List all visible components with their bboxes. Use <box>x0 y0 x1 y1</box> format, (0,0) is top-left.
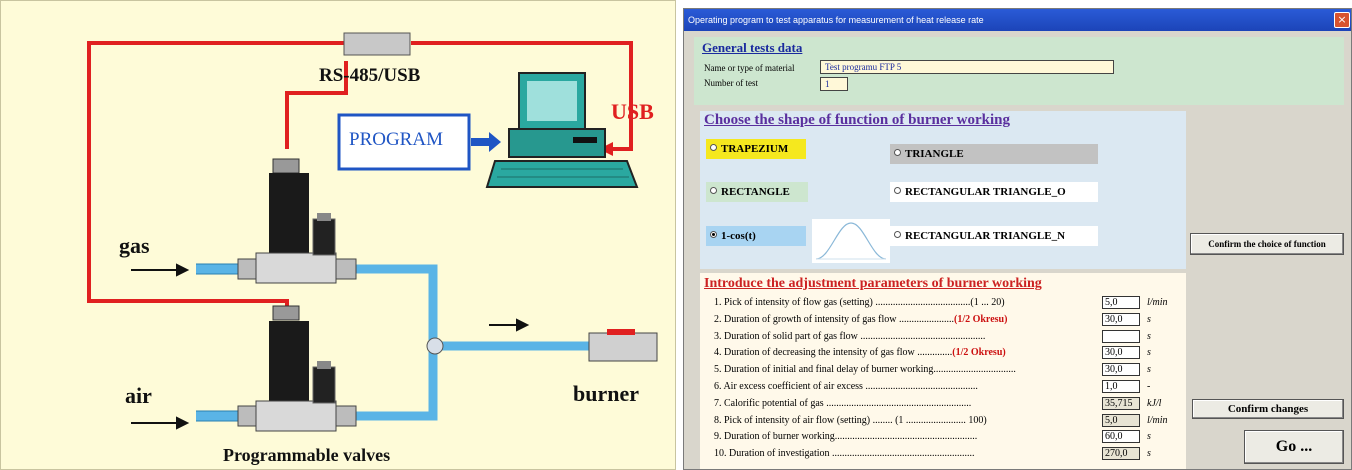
air-valve-icon <box>255 305 337 432</box>
radio-selected-icon[interactable] <box>710 231 717 238</box>
general-tests-heading: General tests data <box>702 40 803 55</box>
parameter-unit: s <box>1147 331 1151 342</box>
parameter-unit: - <box>1147 381 1151 392</box>
parameter-input[interactable] <box>1102 330 1140 343</box>
parameter-input[interactable]: 30,0 <box>1102 363 1140 376</box>
option-trapezium-label: TRAPEZIUM <box>721 143 789 155</box>
parameter-label: 3. Duration of solid part of gas flow ..… <box>714 331 986 342</box>
general-tests-panel: General tests data Name or type of mater… <box>694 37 1344 105</box>
pipe-junction <box>426 337 444 355</box>
option-trapezium[interactable]: TRAPEZIUM <box>706 139 806 159</box>
parameter-unit: s <box>1147 314 1151 325</box>
gas-valve-icon <box>255 158 337 284</box>
parameter-input[interactable]: 5,0 <box>1102 414 1140 427</box>
radio-icon[interactable] <box>894 149 901 156</box>
parameter-note: (1/2 Okresu) <box>953 314 1008 325</box>
close-icon[interactable]: × <box>1334 12 1350 28</box>
parameter-input[interactable]: 30,0 <box>1102 313 1140 326</box>
valves-label: Programmable valves <box>223 445 391 465</box>
parameter-input[interactable]: 5,0 <box>1102 296 1140 309</box>
usb-label: USB <box>611 99 654 124</box>
parameter-unit: l/min <box>1147 415 1168 426</box>
window-title: Operating program to test apparatus for … <box>688 15 984 25</box>
window-titlebar: Operating program to test apparatus for … <box>684 9 1351 31</box>
parameters-heading: Introduce the adjustment parameters of b… <box>704 276 1042 291</box>
confirm-changes-button[interactable]: Confirm changes <box>1192 399 1344 419</box>
radio-icon[interactable] <box>710 187 717 194</box>
parameter-label: 9. Duration of burner working...........… <box>714 431 978 442</box>
go-button[interactable]: Go ... <box>1244 430 1344 464</box>
parameter-unit: s <box>1147 347 1151 358</box>
radio-icon[interactable] <box>894 231 901 238</box>
parameter-row: 3. Duration of solid part of gas flow ..… <box>714 331 985 343</box>
parameter-input[interactable]: 60,0 <box>1102 430 1140 443</box>
parameter-label: 10. Duration of investigation ..........… <box>714 448 975 459</box>
function-shape-panel: Choose the shape of function of burner w… <box>700 111 1186 269</box>
function-shape-heading: Choose the shape of function of burner w… <box>704 112 1010 128</box>
radio-icon[interactable] <box>894 187 901 194</box>
gas-label: gas <box>119 233 150 258</box>
parameter-row: 10. Duration of investigation ..........… <box>714 448 975 460</box>
parameter-label: 7. Calorific potential of gas ..........… <box>714 398 972 409</box>
parameter-row: 7. Calorific potential of gas ..........… <box>714 398 971 410</box>
parameter-label: 2. Duration of growth of intensity of ga… <box>714 314 954 325</box>
computer-icon <box>485 72 639 188</box>
parameter-input[interactable]: 35,715 <box>1102 397 1140 410</box>
parameter-label: 4. Duration of decreasing the intensity … <box>714 347 953 358</box>
confirm-function-button[interactable]: Confirm the choice of function <box>1190 233 1344 255</box>
option-rect-triangle-n-label: RECTANGULAR TRIANGLE_N <box>905 230 1066 242</box>
rs485-converter-box <box>343 32 411 56</box>
option-triangle[interactable]: TRIANGLE <box>890 144 1098 164</box>
parameter-note: (1/2 Okresu) <box>952 347 1006 358</box>
material-input[interactable]: Test programu FTP 5 <box>820 60 1114 74</box>
test-number-label: Number of test <box>704 78 758 88</box>
parameter-label: 1. Pick of intensity of flow gas (settin… <box>714 297 1005 308</box>
option-rectangle[interactable]: RECTANGLE <box>706 182 808 202</box>
parameter-row: 8. Pick of intensity of air flow (settin… <box>714 415 987 427</box>
parameter-row: 2. Duration of growth of intensity of ga… <box>714 314 1007 326</box>
burner-parameters-panel: Introduce the adjustment parameters of b… <box>700 273 1186 469</box>
program-arrow-icon <box>489 132 501 152</box>
fitting <box>237 405 259 427</box>
burner-label: burner <box>573 381 639 406</box>
parameter-row: 6. Air excess coefficient of air excess … <box>714 381 978 393</box>
parameter-unit: s <box>1147 448 1151 459</box>
program-label: PROGRAM <box>349 129 443 150</box>
fitting <box>237 258 259 280</box>
cos-preview-icon <box>812 219 890 263</box>
burner-icon <box>588 329 658 362</box>
option-1-cos-label: 1-cos(t) <box>721 230 756 242</box>
parameter-row: 4. Duration of decreasing the intensity … <box>714 347 1006 359</box>
test-number-input[interactable]: 1 <box>820 77 848 91</box>
parameter-label: 6. Air excess coefficient of air excess … <box>714 381 978 392</box>
option-rect-triangle-o[interactable]: RECTANGULAR TRIANGLE_O <box>890 182 1098 202</box>
parameter-unit: s <box>1147 364 1151 375</box>
parameter-label: 5. Duration of initial and final delay o… <box>714 364 1016 375</box>
parameter-unit: l/min <box>1147 297 1168 308</box>
parameter-row: 9. Duration of burner working...........… <box>714 431 977 443</box>
blue-pipes <box>196 264 591 421</box>
parameter-row: 1. Pick of intensity of flow gas (settin… <box>714 297 1005 309</box>
parameter-unit: s <box>1147 431 1151 442</box>
parameter-input[interactable]: 1,0 <box>1102 380 1140 393</box>
option-triangle-label: TRIANGLE <box>905 148 964 160</box>
air-label: air <box>125 383 152 408</box>
option-1-cos[interactable]: 1-cos(t) <box>706 226 806 246</box>
fitting <box>335 405 357 427</box>
parameter-row: 5. Duration of initial and final delay o… <box>714 364 1016 376</box>
radio-icon[interactable] <box>710 144 717 151</box>
parameter-label: 8. Pick of intensity of air flow (settin… <box>714 415 987 426</box>
parameter-unit: kJ/l <box>1147 398 1162 409</box>
system-diagram: RS-485/USB USB PROGRAM gas air burner Pr… <box>0 0 676 470</box>
parameter-input[interactable]: 270,0 <box>1102 447 1140 460</box>
material-label: Name or type of material <box>704 63 795 73</box>
option-rectangle-label: RECTANGLE <box>721 186 790 198</box>
fitting <box>335 258 357 280</box>
option-rect-triangle-o-label: RECTANGULAR TRIANGLE_O <box>905 186 1066 198</box>
option-rect-triangle-n[interactable]: RECTANGULAR TRIANGLE_N <box>890 226 1098 246</box>
parameter-input[interactable]: 30,0 <box>1102 346 1140 359</box>
pipe-outline <box>196 263 246 422</box>
program-window: Operating program to test apparatus for … <box>683 8 1352 470</box>
rs485-label: RS-485/USB <box>319 65 421 86</box>
